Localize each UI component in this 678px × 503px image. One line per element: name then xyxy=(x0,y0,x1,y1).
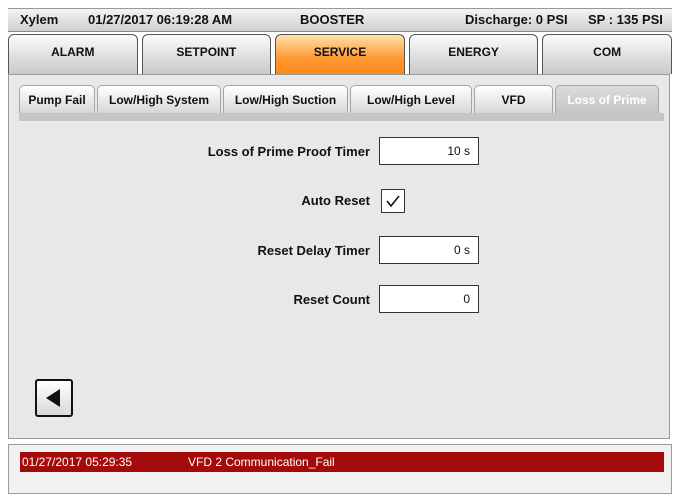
tab-com[interactable]: COM xyxy=(542,34,672,74)
auto-reset-checkbox[interactable] xyxy=(381,189,405,213)
auto-reset-label: Auto Reset xyxy=(301,193,370,208)
alarm-timestamp: 01/27/2017 05:29:35 xyxy=(22,455,133,469)
datetime-label: 01/27/2017 06:19:28 AM xyxy=(88,12,233,27)
subtab-vfd[interactable]: VFD xyxy=(474,85,553,113)
alarm-message: VFD 2 Communication_Fail xyxy=(188,455,335,469)
brand-label: Xylem xyxy=(20,12,59,27)
loss-of-prime-timer-label: Loss of Prime Proof Timer xyxy=(207,144,370,159)
discharge-label: Discharge: 0 PSI xyxy=(465,12,568,27)
reset-count-field[interactable]: 0 xyxy=(379,285,479,313)
tab-service[interactable]: SERVICE xyxy=(275,34,405,74)
main-nav: ALARM SETPOINT SERVICE ENERGY COM xyxy=(8,34,672,74)
checkmark-icon xyxy=(386,195,400,208)
back-arrow-icon xyxy=(46,389,60,407)
loss-of-prime-timer-field[interactable]: 10 s xyxy=(379,137,479,165)
subtab-pump-fail[interactable]: Pump Fail xyxy=(19,85,95,113)
mode-label: BOOSTER xyxy=(300,12,365,27)
subtab-low-high-level[interactable]: Low/High Level xyxy=(350,85,472,113)
subtab-low-high-system[interactable]: Low/High System xyxy=(97,85,221,113)
tab-energy[interactable]: ENERGY xyxy=(408,34,539,74)
alarm-row[interactable]: 01/27/2017 05:29:35 VFD 2 Communication_… xyxy=(20,452,664,472)
sub-nav: Pump Fail Low/High System Low/High Sucti… xyxy=(19,85,664,113)
reset-delay-timer-label: Reset Delay Timer xyxy=(257,243,371,258)
reset-delay-timer-field[interactable]: 0 s xyxy=(379,236,479,264)
setpoint-label: SP : 135 PSI xyxy=(588,12,663,27)
subtab-loss-of-prime[interactable]: Loss of Prime xyxy=(555,85,659,113)
hmi-screen: Xylem 01/27/2017 06:19:28 AM BOOSTER Dis… xyxy=(0,0,678,503)
reset-count-label: Reset Count xyxy=(293,292,370,307)
back-button[interactable] xyxy=(35,379,73,417)
tab-setpoint[interactable]: SETPOINT xyxy=(141,34,272,74)
status-header: Xylem 01/27/2017 06:19:28 AM BOOSTER Dis… xyxy=(8,8,672,32)
subnav-divider xyxy=(19,113,664,121)
service-panel: Pump Fail Low/High System Low/High Sucti… xyxy=(8,74,670,439)
tab-alarm[interactable]: ALARM xyxy=(8,34,138,74)
subtab-low-high-suction[interactable]: Low/High Suction xyxy=(223,85,348,113)
